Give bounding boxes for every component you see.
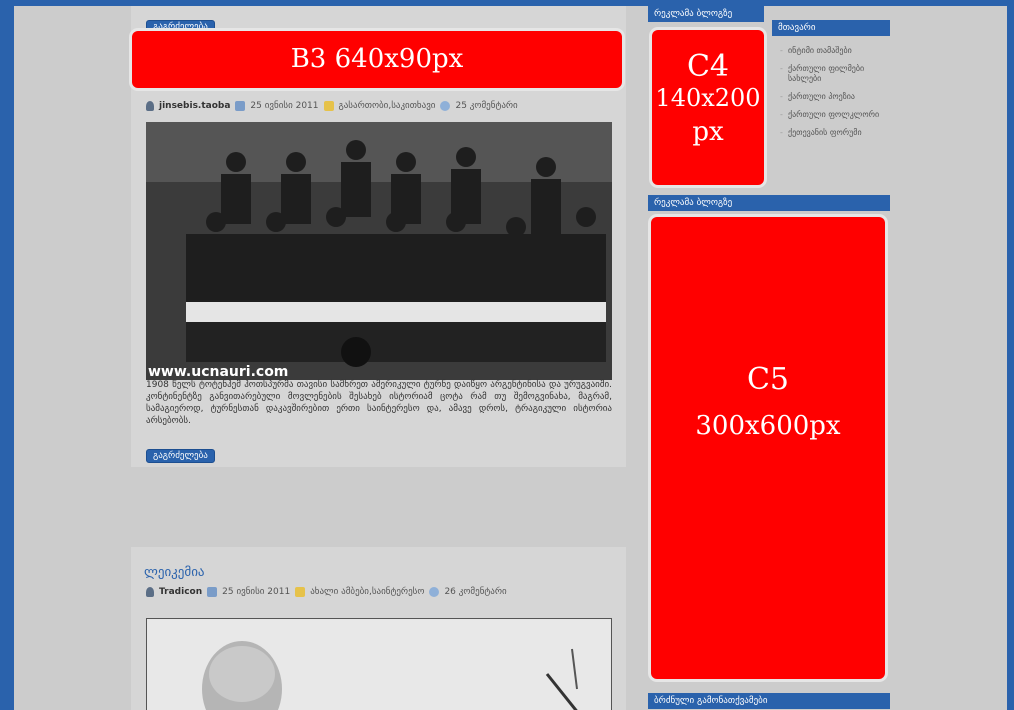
page-content: გაგრძელება B3 640x90px jinsebis.taoba 25… <box>14 6 1007 710</box>
post-category[interactable]: გასართობი,საკითხავი <box>339 101 436 111</box>
ad-c4-size: 140x200 <box>655 84 761 112</box>
post-comments[interactable]: 26 კომენტარი <box>444 587 506 597</box>
child-photo-graphic <box>147 619 611 710</box>
comment-icon <box>440 101 451 111</box>
post-meta: Tradicon 25 ივნისი 2011 ახალი ამბები,საი… <box>146 587 507 597</box>
post-image[interactable]: www.ucnauri.com <box>146 122 612 380</box>
category-menu: ინტიმი თამაშები ქართული ფილმები სახლები … <box>780 46 888 146</box>
ad-c4-code: C4 <box>686 49 730 84</box>
ad-banner-c4[interactable]: C4 140x200 px <box>652 30 764 185</box>
widget-header-menu: მთავარი <box>772 20 890 36</box>
post-category[interactable]: ახალი ამბები,საინტერესო <box>310 587 424 597</box>
menu-item[interactable]: ქართული პოეზია <box>780 92 888 102</box>
team-photo-graphic <box>146 122 612 380</box>
post-date: 25 ივნისი 2011 <box>222 587 291 597</box>
menu-item[interactable]: ქეთევანის ფორუმი <box>780 128 888 138</box>
post-author[interactable]: Tradicon <box>159 587 202 597</box>
calendar-icon <box>207 587 218 597</box>
calendar-icon <box>235 101 246 111</box>
post-comments[interactable]: 25 კომენტარი <box>455 101 517 111</box>
ad-banner-c5[interactable]: C5 300x600px <box>651 217 885 679</box>
post-title[interactable]: ლეიკემია <box>144 565 205 580</box>
widget-header-quotes: ბრძნული გამონათქვამები <box>648 693 890 709</box>
post-image[interactable] <box>146 618 612 710</box>
folder-icon <box>323 101 334 111</box>
post-meta: jinsebis.taoba 25 ივნისი 2011 გასართობი,… <box>146 101 518 111</box>
widget-header-ads: რეკლამა ბლოგზე <box>648 6 764 22</box>
ad-c5-size: 300x600px <box>695 411 841 441</box>
blog-post: გაგრძელება B3 640x90px jinsebis.taoba 25… <box>131 6 626 467</box>
comment-icon <box>429 587 440 597</box>
menu-item[interactable]: ქართული ფოლკლორი <box>780 110 888 120</box>
menu-item[interactable]: ინტიმი თამაშები <box>780 46 888 56</box>
post-excerpt: 1908 წელს ტოტენჰემ ჰოთსპურმა თავისი სამხ… <box>146 380 612 426</box>
user-icon <box>146 101 154 111</box>
menu-item[interactable]: ქართული ფილმები სახლები <box>780 64 888 84</box>
user-icon <box>146 587 154 597</box>
ad-c4-unit: px <box>692 117 724 147</box>
widget-header-ads: რეკლამა ბლოგზე <box>648 195 890 211</box>
read-more-button[interactable]: გაგრძელება <box>146 449 215 463</box>
photo-watermark: www.ucnauri.com <box>148 364 289 380</box>
ad-c5-code: C5 <box>746 362 790 397</box>
post-date: 25 ივნისი 2011 <box>250 101 319 111</box>
ad-banner-b3[interactable]: B3 640x90px <box>132 31 622 88</box>
post-author[interactable]: jinsebis.taoba <box>159 101 230 111</box>
folder-icon <box>295 587 306 597</box>
blog-post: ლეიკემია Tradicon 25 ივნისი 2011 ახალი ა… <box>131 547 626 710</box>
